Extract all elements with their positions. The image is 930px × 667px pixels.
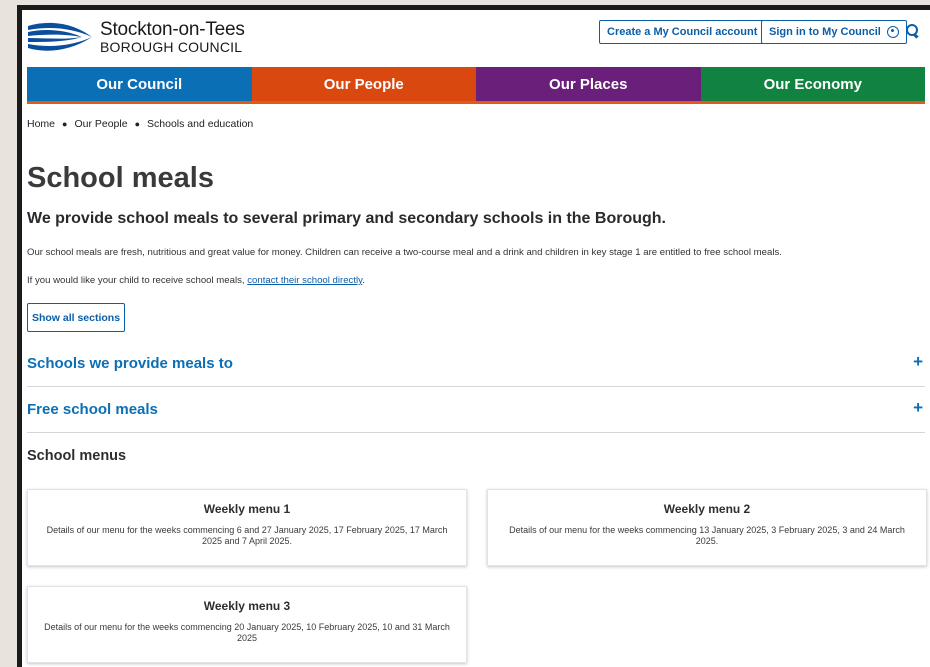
sign-in-label: Sign in to My Council — [769, 26, 881, 38]
page: Stockton-on-Tees BOROUGH COUNCIL Create … — [22, 10, 930, 667]
breadcrumb-home[interactable]: Home — [27, 118, 55, 130]
card-description: Details of our menu for the weeks commen… — [46, 525, 448, 546]
nav-our-people-label: Our People — [323, 76, 404, 93]
plus-icon: + — [913, 352, 923, 371]
main-navigation: Our Council Our People Our Places Our Ec… — [27, 67, 925, 102]
breadcrumb-schools-education[interactable]: Schools and education — [147, 118, 253, 130]
nav-our-council-label: Our Council — [96, 76, 183, 93]
nav-our-people[interactable]: Our People — [251, 67, 476, 102]
create-account-label: Create a My Council account — [607, 26, 758, 38]
accordion-schools-provided[interactable]: Schools we provide meals to + — [27, 341, 925, 387]
weekly-menu-1-card[interactable]: Weekly menu 1 Details of our menu for th… — [27, 489, 467, 566]
card-title: Weekly menu 1 — [203, 502, 291, 516]
site-header: Stockton-on-Tees BOROUGH COUNCIL Create … — [22, 10, 930, 65]
nav-our-places-label: Our Places — [549, 76, 628, 93]
breadcrumb-separator: ● — [134, 119, 141, 129]
nav-our-council[interactable]: Our Council — [27, 67, 252, 102]
page-title: School meals — [27, 162, 214, 194]
logo-subtitle: BOROUGH COUNCIL — [100, 38, 243, 55]
logo-name: Stockton-on-Tees — [100, 18, 245, 40]
search-icon[interactable] — [906, 24, 918, 36]
plus-icon: + — [913, 398, 923, 417]
card-title: Weekly menu 2 — [663, 502, 751, 516]
school-menus-heading: School menus — [27, 448, 127, 464]
accordion-title: Schools we provide meals to — [27, 355, 233, 372]
breadcrumb-separator: ● — [62, 119, 68, 129]
breadcrumb: Home ● Our People ● Schools and educatio… — [27, 118, 253, 130]
sign-in-button[interactable]: Sign in to My Council — [761, 20, 907, 44]
contact-prefix: If you would like your child to receive … — [27, 275, 248, 286]
nav-accent-bar — [27, 101, 925, 104]
contact-school-link[interactable]: contact their school directly — [247, 275, 362, 286]
council-logo[interactable]: Stockton-on-Tees BOROUGH COUNCIL — [26, 16, 256, 58]
card-description: Details of our menu for the weeks commen… — [509, 525, 905, 546]
show-all-sections-button[interactable]: Show all sections — [27, 303, 125, 332]
card-title: Weekly menu 3 — [203, 599, 291, 613]
nav-our-places[interactable]: Our Places — [476, 67, 701, 102]
weekly-menu-2-card[interactable]: Weekly menu 2 Details of our menu for th… — [487, 489, 927, 566]
weekly-menu-3-card[interactable]: Weekly menu 3 Details of our menu for th… — [27, 586, 467, 663]
create-account-button[interactable]: Create a My Council account — [599, 20, 766, 44]
nav-our-economy[interactable]: Our Economy — [700, 67, 925, 102]
intro-paragraph: Our school meals are fresh, nutritious a… — [27, 247, 782, 258]
card-description: Details of our menu for the weeks commen… — [44, 622, 450, 643]
council-logo-mark-icon — [28, 22, 92, 51]
accordion-title: Free school meals — [27, 401, 158, 418]
lead-paragraph: We provide school meals to several prima… — [27, 210, 666, 227]
contact-suffix: . — [362, 275, 365, 286]
nav-our-economy-label: Our Economy — [763, 76, 862, 93]
show-all-sections-label: Show all sections — [31, 311, 121, 324]
breadcrumb-our-people[interactable]: Our People — [74, 118, 127, 130]
user-icon — [886, 26, 899, 38]
contact-paragraph: If you would like your child to receive … — [27, 275, 365, 286]
accordion-free-school-meals[interactable]: Free school meals + — [27, 387, 925, 433]
